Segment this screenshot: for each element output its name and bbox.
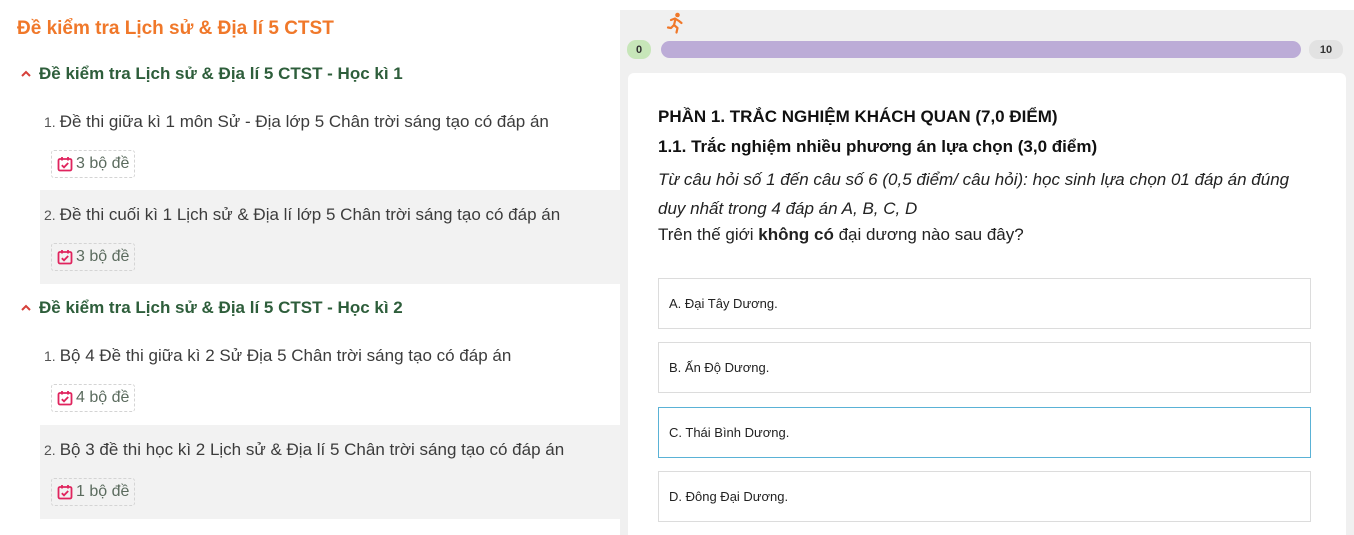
list-item[interactable]: 2. Đề thi cuối kì 1 Lịch sử & Địa lí lớp … — [40, 190, 620, 284]
answer-option-c[interactable]: C. Thái Bình Dương. — [658, 407, 1311, 458]
chevron-up-icon[interactable] — [20, 68, 32, 80]
item-title[interactable]: 2. Bộ 3 đề thi học kì 2 Lịch sử & Địa lí … — [44, 440, 564, 460]
section-heading-label: Đề kiểm tra Lịch sử & Địa lí 5 CTST - Họ… — [39, 298, 403, 317]
part-heading: PHẦN 1. TRẮC NGHIỆM KHÁCH QUAN (7,0 ĐIỂM… — [658, 107, 1058, 126]
progress-bar — [661, 41, 1301, 58]
item-title[interactable]: 1. Bộ 4 Đề thi giữa kì 2 Sử Địa 5 Chân tr… — [44, 346, 511, 366]
section-heading-hk1[interactable]: Đề kiểm tra Lịch sử & Địa lí 5 CTST - Họ… — [20, 64, 403, 84]
instruction-text: Từ câu hỏi số 1 đến câu số 6 (0,5 điểm/ … — [658, 170, 1290, 218]
item-number: 1. — [44, 348, 56, 364]
item-number: 1. — [44, 114, 56, 130]
answer-option-b[interactable]: B. Ấn Độ Dương. — [658, 342, 1311, 393]
question-emphasis: không có — [758, 225, 834, 244]
calendar-check-icon — [57, 250, 73, 265]
exam-count-badge: 1 bộ đề — [51, 478, 136, 506]
calendar-check-icon — [57, 157, 73, 172]
item-number: 2. — [44, 442, 56, 458]
page-title: Đề kiểm tra Lịch sử & Địa lí 5 CTST — [17, 18, 334, 39]
exam-count-badge: 4 bộ đề — [51, 384, 136, 412]
question-pre: Trên thế giới — [658, 225, 759, 244]
exam-count: 1 bộ đề — [76, 483, 130, 500]
item-title-text: Bộ 4 Đề thi giữa kì 2 Sử Địa 5 Chân trời… — [59, 346, 512, 365]
progress-start-count: 0 — [627, 40, 651, 59]
item-number: 2. — [44, 207, 56, 223]
question-post: đại dương nào sau đây? — [833, 225, 1024, 244]
sub-heading: 1.1. Trắc nghiệm nhiều phương án lựa chọ… — [658, 137, 1098, 156]
exam-list-panel: Đề kiểm tra Lịch sử & Địa lí 5 CTST Đề k… — [0, 0, 620, 535]
answer-option-a[interactable]: A. Đại Tây Dương. — [658, 278, 1311, 329]
list-item[interactable]: 2. Bộ 3 đề thi học kì 2 Lịch sử & Địa lí … — [40, 425, 620, 519]
runner-icon — [666, 12, 683, 34]
exam-count: 3 bộ đề — [76, 155, 130, 172]
calendar-check-icon — [57, 391, 73, 406]
quiz-panel: 0 10 PHẦN 1. TRẮC NGHIỆM KHÁCH QUAN (7,0… — [620, 10, 1354, 535]
item-title-text: Đề thi giữa kì 1 môn Sử - Địa lớp 5 Chân… — [59, 112, 549, 131]
progress-end-count: 10 — [1309, 40, 1343, 59]
exam-count-badge: 3 bộ đề — [51, 243, 136, 271]
question-card: PHẦN 1. TRẮC NGHIỆM KHÁCH QUAN (7,0 ĐIỂM… — [628, 73, 1346, 535]
item-title-text: Đề thi cuối kì 1 Lịch sử & Địa lí lớp 5 … — [59, 205, 561, 224]
section-heading-label: Đề kiểm tra Lịch sử & Địa lí 5 CTST - Họ… — [39, 64, 403, 83]
list-item[interactable]: 1. Đề thi giữa kì 1 môn Sử - Địa lớp 5 Ch… — [40, 97, 620, 191]
item-title[interactable]: 2. Đề thi cuối kì 1 Lịch sử & Địa lí lớp … — [44, 205, 560, 225]
section-heading-hk2[interactable]: Đề kiểm tra Lịch sử & Địa lí 5 CTST - Họ… — [20, 298, 403, 318]
exam-count: 4 bộ đề — [76, 389, 130, 406]
chevron-up-icon[interactable] — [20, 302, 32, 314]
calendar-check-icon — [57, 485, 73, 500]
exam-count: 3 bộ đề — [76, 248, 130, 265]
answer-option-d[interactable]: D. Đông Đại Dương. — [658, 471, 1311, 522]
item-title[interactable]: 1. Đề thi giữa kì 1 môn Sử - Địa lớp 5 Ch… — [44, 112, 549, 132]
item-title-text: Bộ 3 đề thi học kì 2 Lịch sử & Địa lí 5 … — [59, 440, 565, 459]
question-text: Trên thế giới không có đại dương nào sau… — [658, 225, 1024, 245]
list-item[interactable]: 1. Bộ 4 Đề thi giữa kì 2 Sử Địa 5 Chân tr… — [40, 331, 620, 425]
exam-count-badge: 3 bộ đề — [51, 150, 136, 178]
